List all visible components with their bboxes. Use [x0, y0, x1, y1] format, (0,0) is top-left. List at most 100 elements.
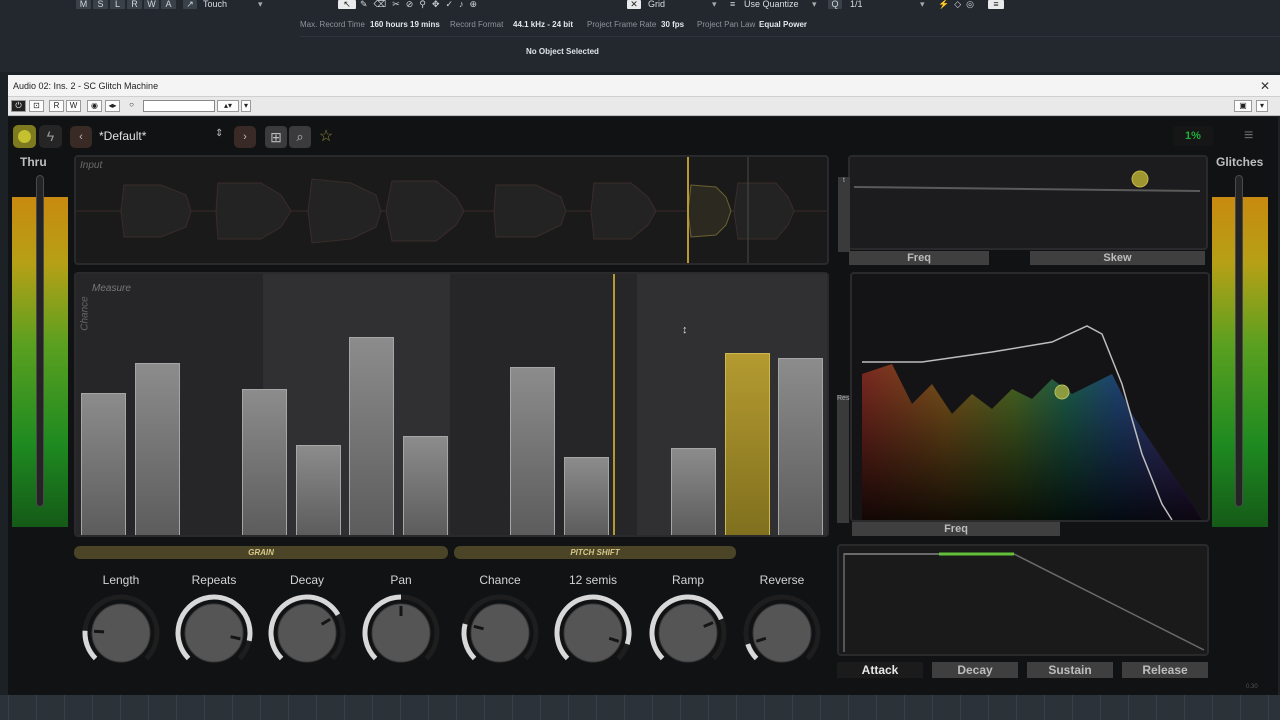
timeline-tick — [1016, 695, 1017, 720]
info-label: Record Format — [450, 20, 504, 29]
info-value: Equal Power — [759, 20, 808, 29]
timeline-tick — [232, 695, 233, 720]
timeline-tick — [400, 695, 401, 720]
pointer-tool-icon[interactable]: ↖ — [338, 0, 356, 9]
automation-mode[interactable]: Touch — [203, 0, 227, 9]
knob-pan[interactable] — [359, 591, 443, 675]
write-automation-button[interactable]: W — [66, 100, 81, 112]
quantize-value-dropdown-icon[interactable]: ▾ — [920, 0, 925, 9]
status-text: No Object Selected — [526, 47, 599, 56]
chance-bar[interactable] — [296, 445, 341, 535]
chance-bar-selected[interactable] — [725, 353, 770, 535]
preset-arrows-icon[interactable]: ▴▾ — [217, 100, 239, 112]
envelope-tab-decay[interactable]: Decay — [932, 662, 1018, 678]
t-handle[interactable]: t — [838, 177, 850, 252]
info-label: Max. Record Time — [300, 20, 365, 29]
quantize-mode[interactable]: Use Quantize — [744, 0, 799, 9]
edit-tool-icons[interactable]: ⚡◇◎ — [938, 0, 979, 9]
knob-label: Pan — [390, 573, 412, 587]
knob-12-semis[interactable] — [551, 591, 635, 675]
tool-icons[interactable]: ✎⌫✂⊘⚲✥✓♪⊕ — [360, 0, 483, 9]
knob-repeats[interactable] — [172, 591, 256, 675]
quantize-q-icon[interactable]: Q — [828, 0, 842, 9]
freq-skew-panel: t — [838, 155, 1208, 252]
power-icon[interactable]: ⏻ — [11, 100, 26, 112]
bypass-icon[interactable]: ⊡ — [29, 100, 44, 112]
chance-bar[interactable] — [349, 337, 394, 535]
timeline-tick — [1072, 695, 1073, 720]
timeline-tick — [36, 695, 37, 720]
track-button-3[interactable]: R — [127, 0, 142, 9]
window-title: Audio 02: Ins. 2 - SC Glitch Machine — [13, 81, 159, 91]
preset-dropdown-icon[interactable]: ▾ — [241, 100, 251, 112]
timeline-tick — [484, 695, 485, 720]
chance-bar[interactable] — [81, 393, 126, 535]
track-button-1[interactable]: S — [93, 0, 108, 9]
res-handle[interactable]: Res — [837, 395, 849, 523]
automation-icon: ↗ — [183, 0, 197, 9]
menu-icon[interactable]: ≡ — [1244, 127, 1262, 145]
timeline-tick — [372, 695, 373, 720]
add-preset-icon[interactable]: ⊞ — [265, 126, 287, 148]
knob-ramp[interactable] — [646, 591, 730, 675]
next-preset-icon[interactable]: › — [234, 126, 256, 148]
favorite-star-icon[interactable]: ☆ — [315, 126, 337, 148]
envelope-tab-attack[interactable]: Attack — [837, 662, 923, 678]
filter-freq-button[interactable]: Freq — [852, 522, 1060, 536]
track-button-2[interactable]: L — [110, 0, 125, 9]
chance-bar[interactable] — [564, 457, 609, 535]
preset-name[interactable]: *Default* — [99, 129, 146, 143]
timeline-tick — [204, 695, 205, 720]
quantize-dropdown-icon[interactable]: ▾ — [812, 0, 817, 9]
chance-bars[interactable] — [76, 274, 827, 535]
menu-icon[interactable]: ≡ — [988, 0, 1004, 9]
timeline-tick — [1212, 695, 1213, 720]
track-button-4[interactable]: W — [144, 0, 159, 9]
knob-reverse[interactable] — [740, 591, 824, 675]
preset-sort-icon[interactable]: ⇕ — [215, 128, 223, 139]
chance-bar[interactable] — [135, 363, 180, 535]
timeline-tick — [988, 695, 989, 720]
envelope-tab-release[interactable]: Release — [1122, 662, 1208, 678]
knob-chance[interactable] — [458, 591, 542, 675]
power-button[interactable] — [13, 125, 36, 148]
thru-fader[interactable] — [36, 175, 44, 507]
chance-bar[interactable] — [510, 367, 555, 535]
knob-decay[interactable] — [265, 591, 349, 675]
chance-bar[interactable] — [403, 436, 448, 535]
glitches-fader[interactable] — [1235, 175, 1243, 507]
snap-type[interactable]: Grid — [648, 0, 665, 9]
timeline-tick — [512, 695, 513, 720]
snap-icon[interactable]: ✕ — [627, 0, 641, 9]
close-icon[interactable]: ✕ — [1260, 79, 1270, 93]
freq-button[interactable]: Freq — [849, 251, 989, 265]
envelope-graph — [843, 552, 1205, 652]
filter-handle — [1054, 384, 1070, 400]
skew-button[interactable]: Skew — [1030, 251, 1205, 265]
window-menu-icon[interactable]: ▾ — [1256, 100, 1268, 112]
lightning-icon[interactable]: ϟ — [39, 125, 62, 148]
chance-bar[interactable] — [778, 358, 823, 535]
quantize-value[interactable]: 1/1 — [850, 0, 863, 9]
preset-field[interactable] — [143, 100, 215, 112]
track-button-5[interactable]: A — [161, 0, 176, 9]
chance-bar[interactable] — [671, 448, 716, 535]
read-automation-button[interactable]: R — [49, 100, 64, 112]
timeline-tick — [8, 695, 9, 720]
automation-dropdown-icon[interactable]: ▾ — [258, 0, 263, 9]
track-button-0[interactable]: M — [76, 0, 91, 9]
snap-dropdown-icon[interactable]: ▾ — [712, 0, 717, 9]
sidechain-icon[interactable]: ○ — [124, 100, 139, 112]
input-waveform-panel: Input — [74, 155, 829, 265]
search-icon[interactable]: ⌕ — [289, 126, 311, 148]
prev-preset-icon[interactable]: ‹ — [70, 126, 92, 148]
timeline-tick — [540, 695, 541, 720]
timeline-tick — [120, 695, 121, 720]
daw-toolbar: MSLRWA ↗ Touch ▾ ↖ ✎⌫✂⊘⚲✥✓♪⊕ ✕ Grid ▾ ≡ … — [0, 0, 1280, 72]
chance-bar[interactable] — [242, 389, 287, 535]
camera-icon[interactable]: ▣ — [1234, 100, 1252, 112]
compare-icon[interactable]: ◂▸ — [105, 100, 120, 112]
preset-icon[interactable]: ◉ — [87, 100, 102, 112]
envelope-tab-sustain[interactable]: Sustain — [1027, 662, 1113, 678]
knob-length[interactable] — [79, 591, 163, 675]
